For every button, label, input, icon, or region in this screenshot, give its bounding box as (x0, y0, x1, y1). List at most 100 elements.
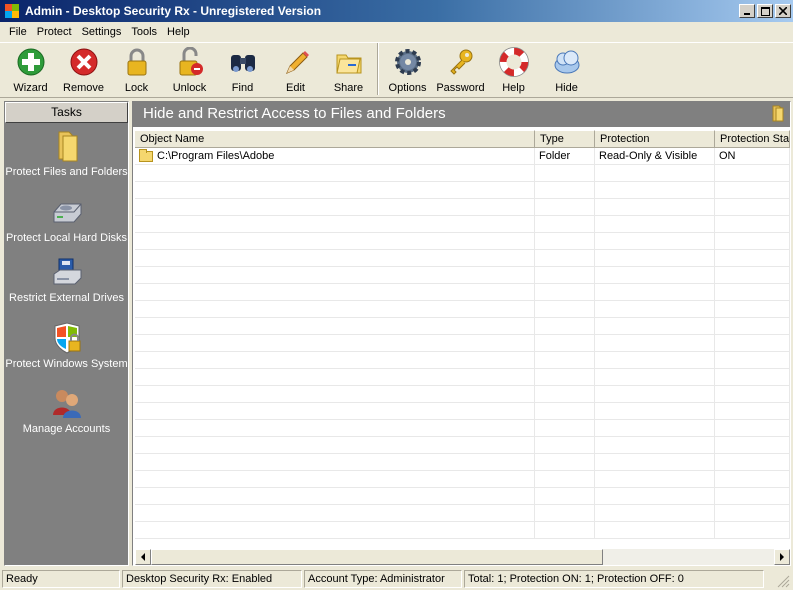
binoculars-icon (227, 46, 259, 78)
lock-button[interactable]: Lock (110, 43, 163, 97)
close-icon (779, 7, 787, 15)
table-row-empty (135, 505, 790, 522)
cell-protection: Read-Only & Visible (595, 148, 715, 164)
table-row-empty (135, 352, 790, 369)
wizard-plus-icon (15, 46, 47, 78)
task-manage-accounts[interactable]: Manage Accounts (5, 387, 128, 436)
task-label: Protect Files and Folders (5, 166, 128, 178)
app-window-icon[interactable] (4, 3, 20, 19)
close-button[interactable] (775, 4, 791, 18)
key-icon (445, 46, 477, 78)
password-button[interactable]: Password (434, 43, 487, 97)
table-row-empty (135, 182, 790, 199)
users-icon (51, 387, 83, 419)
status-protection-counts: Total: 1; Protection ON: 1; Protection O… (464, 570, 764, 588)
object-name-text: C:\Program Files\Adobe (157, 150, 275, 162)
table-row-empty (135, 454, 790, 471)
scroll-right-button[interactable] (774, 549, 790, 565)
password-label: Password (436, 82, 485, 94)
table-row-empty (135, 437, 790, 454)
task-protect-files[interactable]: Protect Files and Folders (5, 130, 128, 179)
table-row-empty (135, 233, 790, 250)
remove-button[interactable]: Remove (57, 43, 110, 97)
table-row-empty (135, 488, 790, 505)
folder-icon (772, 105, 784, 122)
menu-protect[interactable]: Protect (32, 23, 77, 41)
cloud-icon (551, 46, 583, 78)
horizontal-scrollbar[interactable] (135, 549, 790, 565)
minimize-button[interactable] (739, 4, 755, 18)
table-row[interactable]: C:\Program Files\Adobe Folder Read-Only … (135, 148, 790, 165)
scrollbar-thumb[interactable] (151, 549, 603, 565)
find-button[interactable]: Find (216, 43, 269, 97)
find-label: Find (231, 82, 254, 94)
task-label: Protect Local Hard Disks (5, 232, 128, 244)
share-button[interactable]: Share (322, 43, 375, 97)
status-bar: Ready Desktop Security Rx: Enabled Accou… (0, 569, 793, 590)
remove-label: Remove (63, 82, 104, 94)
remove-x-icon (68, 46, 100, 78)
share-label: Share (333, 82, 364, 94)
column-type[interactable]: Type (535, 130, 595, 148)
table-row-empty (135, 284, 790, 301)
maximize-button[interactable] (757, 4, 773, 18)
unlock-label: Unlock (172, 82, 207, 94)
main-panel: Hide and Restrict Access to Files and Fo… (132, 101, 791, 566)
table-row-empty (135, 199, 790, 216)
options-button[interactable]: Options (381, 43, 434, 97)
task-label: Restrict External Drives (9, 292, 124, 304)
menu-settings[interactable]: Settings (77, 23, 127, 41)
toolbar: Wizard Remove Lock Unlock Find Edit Shar… (0, 42, 793, 98)
table-row-empty (135, 369, 790, 386)
windows-shield-lock-icon (51, 322, 83, 354)
external-drive-icon (51, 256, 83, 288)
table-row-empty (135, 420, 790, 437)
maximize-icon (760, 6, 770, 16)
tasks-panel: Tasks Protect Files and Folders Protect … (4, 101, 129, 566)
column-protection[interactable]: Protection (595, 130, 715, 148)
scroll-left-button[interactable] (135, 549, 151, 565)
folder-icon (51, 130, 83, 162)
hide-button[interactable]: Hide (540, 43, 593, 97)
menu-file[interactable]: File (4, 23, 32, 41)
table-row-empty (135, 301, 790, 318)
wizard-button[interactable]: Wizard (4, 43, 57, 97)
column-object-name[interactable]: Object Name (135, 130, 535, 148)
task-protect-hard-disks[interactable]: Protect Local Hard Disks (5, 196, 128, 245)
menu-help[interactable]: Help (162, 23, 195, 41)
table-row-empty (135, 386, 790, 403)
table-row-empty (135, 318, 790, 335)
lifebuoy-icon (498, 46, 530, 78)
help-button[interactable]: Help (487, 43, 540, 97)
task-protect-windows-system[interactable]: Protect Windows System (5, 322, 128, 371)
hard-disk-icon (51, 196, 83, 228)
panel-header: Hide and Restrict Access to Files and Fo… (133, 102, 790, 127)
task-label: Protect Windows System (5, 358, 128, 370)
table-row-empty (135, 522, 790, 539)
task-label: Manage Accounts (22, 423, 111, 435)
cell-type: Folder (535, 148, 595, 164)
table-row-empty (135, 335, 790, 352)
window-title: Admin - Desktop Security Rx - Unregister… (25, 4, 322, 18)
unlock-button[interactable]: Unlock (163, 43, 216, 97)
edit-button[interactable]: Edit (269, 43, 322, 97)
task-restrict-external-drives[interactable]: Restrict External Drives (5, 256, 128, 305)
resize-grip[interactable] (766, 570, 791, 589)
table-row-empty (135, 471, 790, 488)
gear-icon (392, 46, 424, 78)
hide-label: Hide (555, 82, 578, 94)
menu-bar: File Protect Settings Tools Help (0, 22, 793, 42)
pencil-icon (280, 46, 312, 78)
menu-tools[interactable]: Tools (126, 23, 162, 41)
minimize-icon (744, 13, 750, 15)
toolbar-separator (377, 43, 379, 95)
arrow-right-icon (780, 553, 784, 561)
wizard-label: Wizard (13, 82, 48, 94)
column-protection-status[interactable]: Protection Sta (715, 130, 790, 148)
lock-icon (121, 46, 153, 78)
table-row-empty (135, 267, 790, 284)
table-row-empty (135, 216, 790, 233)
title-bar: Admin - Desktop Security Rx - Unregister… (0, 0, 793, 22)
status-account-type: Account Type: Administrator (304, 570, 462, 588)
panel-title: Hide and Restrict Access to Files and Fo… (143, 105, 446, 122)
